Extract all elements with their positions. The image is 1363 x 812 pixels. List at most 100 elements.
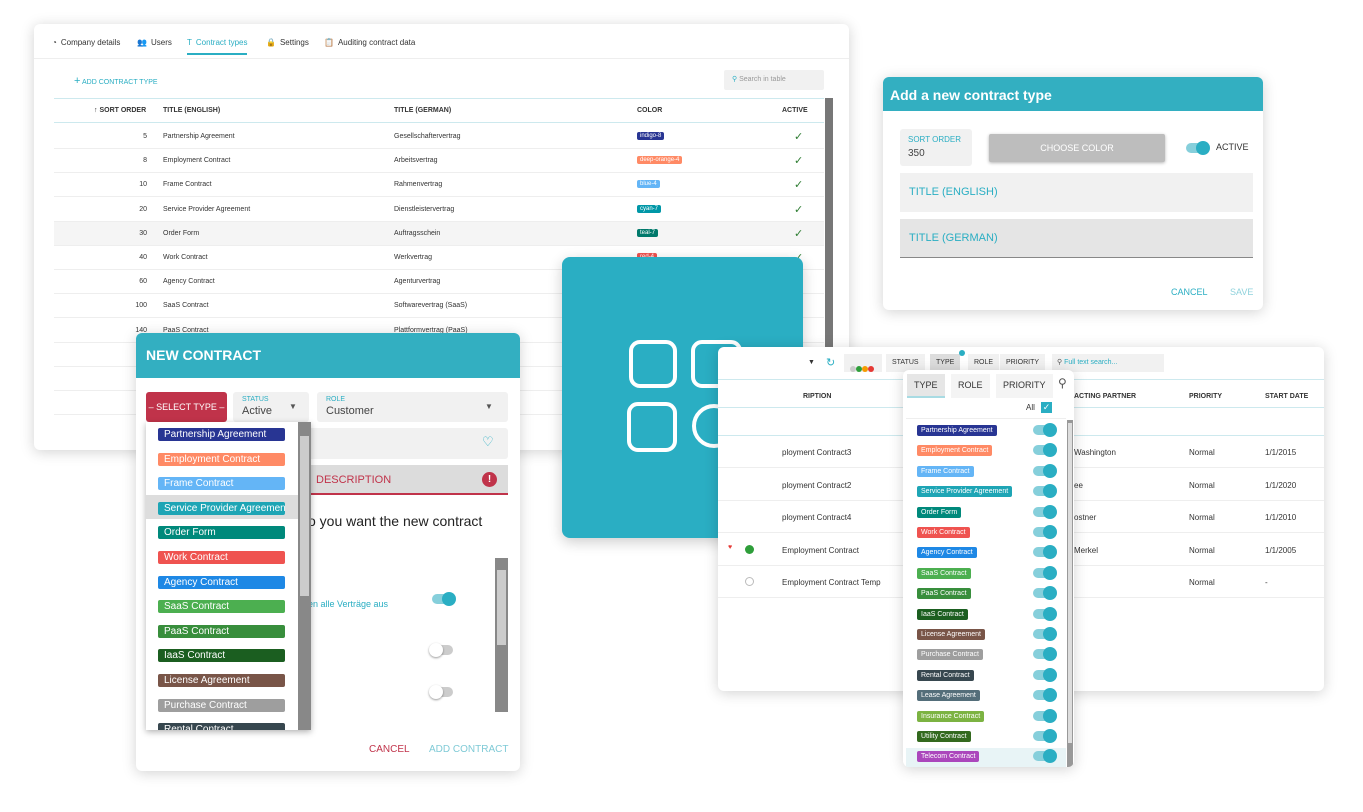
title-german-field[interactable]: TITLE (GERMAN) xyxy=(900,219,1253,258)
type-option[interactable]: Partnership Agreement xyxy=(158,428,285,441)
status-dot xyxy=(745,544,754,554)
clipboard-icon: 📋 xyxy=(324,38,334,47)
table-row[interactable]: 20 Service Provider Agreement Dienstleis… xyxy=(54,198,824,222)
table-row[interactable]: 30 Order Form Auftragsschein teal-7 ✓ xyxy=(54,221,824,246)
col-title-german[interactable]: TITLE (GERMAN) xyxy=(394,107,451,114)
col-title-english[interactable]: TITLE (ENGLISH) xyxy=(163,107,220,114)
type-option[interactable]: IaaS Contract xyxy=(158,649,285,663)
active-toggle[interactable] xyxy=(1186,141,1210,155)
type-toggle[interactable] xyxy=(1033,463,1057,478)
type-option[interactable]: Service Provider Agreement xyxy=(158,501,285,515)
tab-auditing-contract-data[interactable]: 📋 Auditing contract data xyxy=(324,38,415,47)
col-active[interactable]: ACTIVE xyxy=(782,107,808,114)
color-chip: cyan-7 xyxy=(637,204,662,213)
error-icon: ! xyxy=(482,472,497,487)
type-option[interactable]: Purchase Contract xyxy=(158,698,285,712)
col-sort-order[interactable]: ↑ SORT ORDER xyxy=(94,107,146,114)
col-description[interactable]: RIPTION xyxy=(803,393,831,400)
check-icon: ✓ xyxy=(794,131,804,143)
type-toggle[interactable] xyxy=(1033,565,1057,580)
choose-color-button[interactable]: CHOOSE COLOR xyxy=(989,134,1165,162)
all-checkbox[interactable]: ✓ xyxy=(1041,402,1052,413)
col-contracting-partner[interactable]: ACTING PARTNER xyxy=(1074,393,1136,400)
tab-company-details[interactable]: ◔ Company details xyxy=(52,38,120,47)
type-toggle[interactable] xyxy=(1033,729,1057,743)
toggle-off[interactable] xyxy=(429,685,453,699)
popup-scrollbar[interactable] xyxy=(1067,420,1073,767)
check-icon: ✓ xyxy=(794,179,804,192)
type-toggle[interactable] xyxy=(1033,504,1057,519)
save-button[interactable]: SAVE xyxy=(1230,287,1253,297)
lock-icon: 🔒 xyxy=(266,38,276,47)
type-toggle[interactable] xyxy=(1033,708,1057,723)
search-icon[interactable]: ⚲ xyxy=(1058,376,1067,390)
type-filter-item: Telecom Contract xyxy=(917,751,980,763)
type-option[interactable]: Frame Contract xyxy=(158,477,285,491)
type-toggle[interactable] xyxy=(1033,443,1057,458)
filter-tab-priority[interactable]: PRIORITY xyxy=(996,374,1053,398)
type-toggle[interactable] xyxy=(1033,525,1057,539)
table-row[interactable]: 10 Frame Contract Rahmenvertrag blue-4 ✓ xyxy=(54,173,824,198)
heart-icon[interactable]: ♡ xyxy=(482,434,494,450)
title-english-field[interactable]: TITLE (ENGLISH) xyxy=(900,173,1253,212)
col-priority[interactable]: PRIORITY xyxy=(1189,393,1222,400)
type-filter-item: License Agreement xyxy=(917,629,985,640)
type-toggle[interactable] xyxy=(1033,627,1057,641)
toggle-off[interactable] xyxy=(429,643,453,657)
refresh-icon[interactable]: ↻ xyxy=(826,356,835,369)
role-select[interactable]: ROLE Customer ▼ xyxy=(317,392,508,422)
type-option[interactable]: Order Form xyxy=(158,526,285,540)
tab-settings[interactable]: 🔒 Settings xyxy=(266,38,309,47)
type-toggle[interactable] xyxy=(1033,667,1057,682)
type-toggle[interactable] xyxy=(1033,586,1057,601)
cancel-button[interactable]: CANCEL xyxy=(369,744,410,755)
type-toggle[interactable] xyxy=(1033,749,1057,764)
dialog-title: NEW CONTRACT xyxy=(146,347,262,363)
type-toggle[interactable] xyxy=(1033,423,1057,437)
tab-contract-types[interactable]: T Contract types xyxy=(187,38,248,55)
type-filter-item: Insurance Contract xyxy=(917,710,985,722)
tab-users[interactable]: 👥 Users xyxy=(137,38,172,47)
filter-tab-role[interactable]: ROLE xyxy=(951,374,990,398)
filter-tab-type[interactable]: TYPE xyxy=(907,374,945,398)
col-start-date[interactable]: START DATE xyxy=(1265,393,1308,400)
description-tab[interactable]: DESCRIPTION ! xyxy=(306,465,508,495)
content-scrollbar[interactable] xyxy=(495,558,508,712)
type-toggle[interactable] xyxy=(1033,688,1057,703)
toggle-on[interactable] xyxy=(432,592,456,606)
type-option[interactable]: SaaS Contract xyxy=(158,600,285,614)
sort-order-field[interactable]: SORT ORDER 350 xyxy=(900,129,972,166)
cancel-button[interactable]: CANCEL xyxy=(1171,287,1208,297)
color-chip: blue-4 xyxy=(637,180,660,189)
status-select[interactable]: STATUS Active ▼ xyxy=(233,392,309,422)
type-toggle[interactable] xyxy=(1033,484,1057,499)
dropdown-scrollbar[interactable] xyxy=(298,422,311,730)
type-filter-popup: TYPE ROLE PRIORITY ⚲ All ✓ Partnership Agr… xyxy=(903,370,1074,767)
col-color[interactable]: COLOR xyxy=(637,107,662,114)
type-option[interactable]: PaaS Contract xyxy=(158,624,285,638)
type-toggle[interactable] xyxy=(1033,606,1057,621)
add-contract-button[interactable]: ADD CONTRACT xyxy=(429,744,508,755)
add-contract-type-button[interactable]: + ADD CONTRACT TYPE xyxy=(74,75,158,87)
type-dropdown: Partnership Agreement Employment Contract… xyxy=(146,422,311,730)
table-row[interactable]: 5 Partnership Agreement Gesellschafterve… xyxy=(54,125,824,149)
status-dot xyxy=(745,577,754,586)
chevron-down-icon[interactable]: ▼ xyxy=(808,359,815,366)
title-field[interactable]: ♡ xyxy=(306,428,508,459)
select-type-button[interactable]: – SELECT TYPE – xyxy=(146,392,227,422)
type-option[interactable]: Work Contract xyxy=(158,551,285,564)
table-search-input[interactable]: ⚲ Search in table xyxy=(724,70,824,90)
table-row[interactable]: 8 Employment Contract Arbeitsvertrag dee… xyxy=(54,149,824,174)
add-contract-type-dialog: Add a new contract type SORT ORDER 350 C… xyxy=(883,77,1263,310)
type-option[interactable]: Employment Contract xyxy=(158,452,285,466)
question-text: o you want the new contract xyxy=(308,513,483,529)
type-option[interactable]: License Agreement xyxy=(158,674,285,687)
type-toggle[interactable] xyxy=(1033,647,1057,662)
status-dots-filter[interactable] xyxy=(844,354,882,372)
search-icon: ⚲ xyxy=(732,76,738,83)
type-option[interactable]: Agency Contract xyxy=(158,575,285,589)
check-icon: ✓ xyxy=(794,155,804,168)
type-toggle[interactable] xyxy=(1033,545,1057,560)
type-filter-item: IaaS Contract xyxy=(917,608,968,620)
type-option[interactable]: Rental Contract xyxy=(158,723,285,730)
